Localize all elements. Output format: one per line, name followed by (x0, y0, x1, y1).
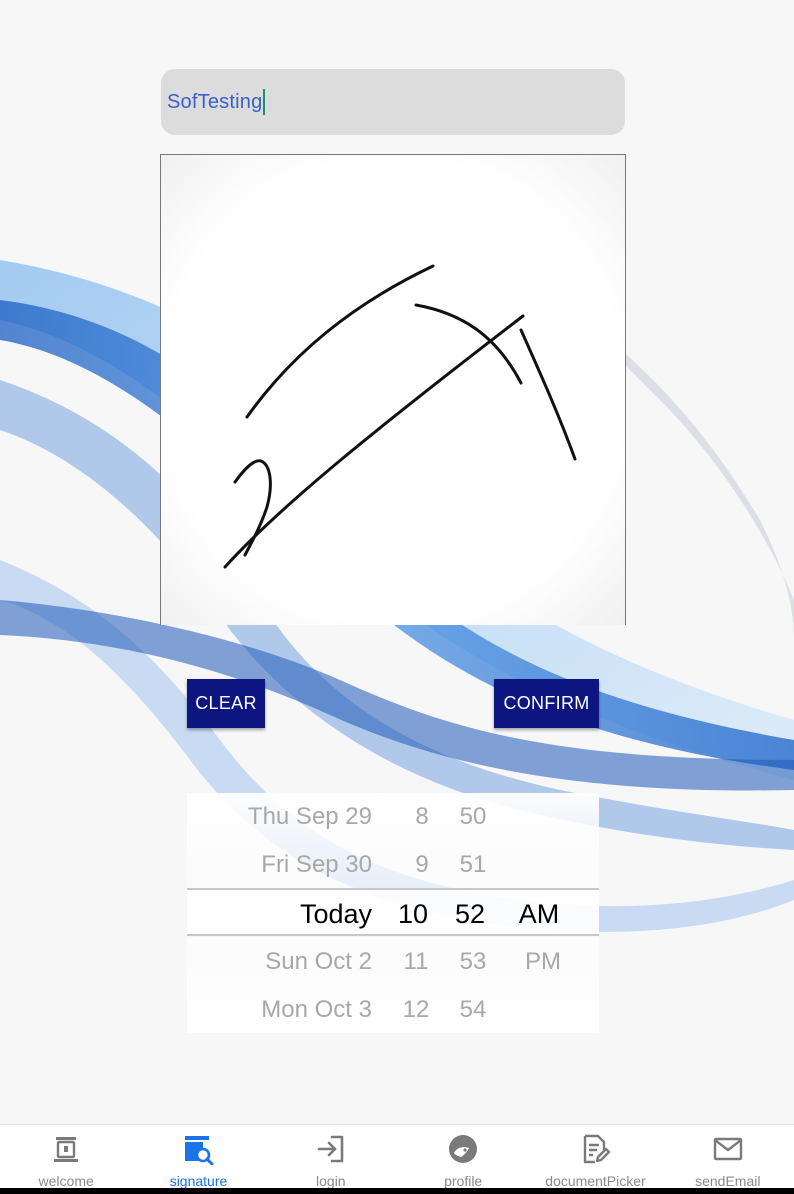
tab-label: signature (169, 1173, 228, 1189)
clear-button[interactable]: CLEAR (187, 679, 265, 728)
picker-minute-option[interactable]: 51 (453, 841, 493, 889)
bottom-tab-bar: welcome signature login profile document… (0, 1124, 794, 1189)
tab-label: sendEmail (695, 1173, 761, 1189)
welcome-icon (54, 1137, 79, 1162)
tab-welcome[interactable]: welcome (0, 1125, 132, 1189)
picker-minute-selected[interactable]: 52 (450, 890, 490, 938)
picker-hour-option[interactable]: 11 (396, 938, 436, 986)
picker-date-option[interactable]: Fri Sep 30 (261, 841, 372, 889)
picker-hour-option[interactable]: 9 (402, 841, 442, 889)
tab-signature[interactable]: signature (132, 1125, 264, 1189)
picker-date-option[interactable]: Thu Sep 29 (248, 793, 372, 841)
tab-login[interactable]: login (265, 1125, 397, 1189)
picker-ampm-option[interactable]: PM (513, 938, 573, 986)
picker-minute-option[interactable]: 54 (453, 986, 493, 1033)
signature-icon (185, 1136, 214, 1165)
tab-label: welcome (38, 1173, 94, 1189)
login-icon (317, 1135, 344, 1163)
tab-label: documentPicker (545, 1173, 646, 1189)
name-input[interactable]: SofTesting (161, 69, 625, 135)
date-time-picker[interactable]: Thu Sep 29 Fri Sep 30 Today Sun Oct 2 Mo… (187, 793, 599, 1033)
picker-hour-option[interactable]: 8 (402, 793, 442, 841)
tab-profile[interactable]: profile (397, 1125, 529, 1189)
text-caret (263, 89, 266, 115)
signature-drawing (223, 264, 577, 569)
picker-hour-option[interactable]: 12 (396, 986, 436, 1033)
signature-pad[interactable] (160, 154, 626, 625)
picker-hour-selected[interactable]: 10 (393, 890, 433, 938)
picker-minute-option[interactable]: 53 (453, 938, 493, 986)
document-picker-icon (584, 1134, 611, 1164)
tab-document-picker[interactable]: documentPicker (529, 1125, 661, 1189)
picker-minute-option[interactable]: 50 (453, 793, 493, 841)
picker-date-option[interactable]: Sun Oct 2 (265, 938, 372, 986)
profile-icon (449, 1135, 478, 1163)
tab-send-email[interactable]: sendEmail (662, 1125, 794, 1189)
system-bottom-strip (0, 1188, 794, 1194)
confirm-button[interactable]: CONFIRM (494, 679, 599, 728)
picker-date-option[interactable]: Mon Oct 3 (261, 986, 372, 1033)
send-email-icon (713, 1137, 742, 1161)
picker-date-selected[interactable]: Today (300, 890, 372, 938)
tab-label: profile (444, 1173, 483, 1189)
picker-ampm-selected[interactable]: AM (509, 890, 569, 938)
tab-label: login (316, 1173, 346, 1189)
name-input-value: SofTesting (167, 90, 263, 113)
